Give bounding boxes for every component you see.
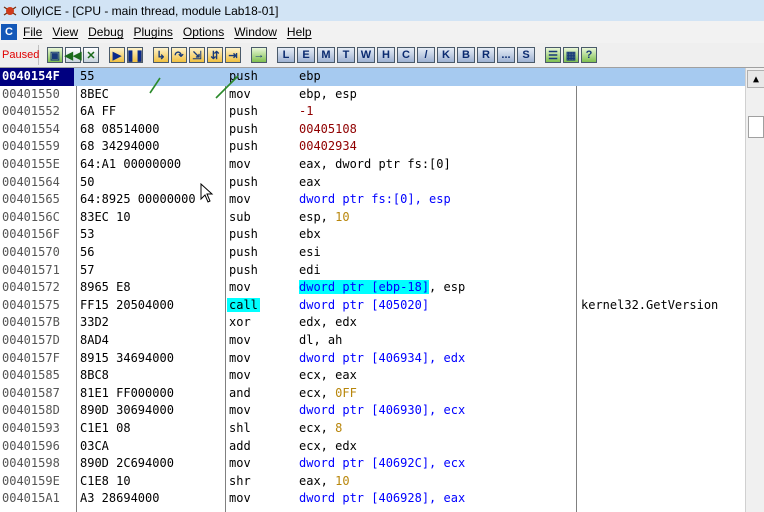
mouse-cursor-icon <box>200 183 214 203</box>
annotation-arrows <box>149 75 239 99</box>
annotation-arrow-left <box>149 77 161 94</box>
annotation-arrow-right <box>215 75 239 99</box>
